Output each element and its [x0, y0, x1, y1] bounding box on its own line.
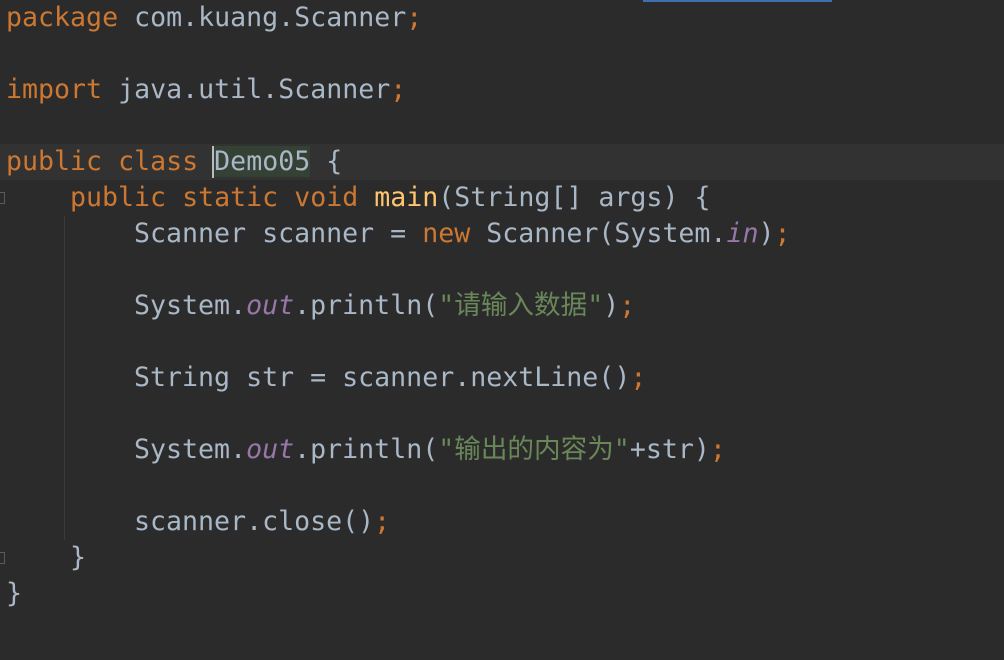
semicolon: ; [390, 74, 407, 105]
code-text: String str = scanner.nextLine() [134, 362, 631, 393]
keyword: new [422, 218, 471, 249]
keyword: class [118, 146, 199, 177]
code-line-6[interactable]: System.out.println("请输入数据"); [134, 288, 635, 324]
semicolon: ; [709, 434, 726, 465]
tab-indicator [643, 0, 832, 2]
closing-brace: } [70, 542, 87, 573]
code-text: System. [134, 290, 247, 321]
code-line-9[interactable]: scanner.close(); [134, 504, 390, 540]
code-text: (String[] args) { [438, 182, 711, 213]
code-text: +str) [629, 434, 710, 465]
code-text: { [310, 146, 343, 177]
code-line-5[interactable]: Scanner scanner = new Scanner(System.in)… [134, 216, 791, 252]
code-text: com.kuang.Scanner [118, 2, 407, 33]
code-text: System. [134, 434, 247, 465]
static-field: out [246, 290, 295, 321]
class-name: Demo05 [214, 146, 311, 177]
code-line-2[interactable]: import java.util.Scanner; [6, 72, 406, 108]
string-literal: "输出的内容为" [438, 434, 630, 465]
indent-guide [64, 216, 65, 540]
code-line-7[interactable]: String str = scanner.nextLine(); [134, 360, 646, 396]
code-text: ) [603, 290, 620, 321]
code-text: .println( [294, 434, 439, 465]
fold-marker-icon[interactable] [0, 192, 5, 204]
static-field: out [246, 434, 295, 465]
keyword: void [294, 182, 359, 213]
code-text: java.util.Scanner [102, 74, 391, 105]
method-name: main [374, 182, 439, 213]
code-line-10[interactable]: } [70, 540, 86, 576]
keyword: package [6, 2, 119, 33]
static-field: in [726, 218, 759, 249]
code-line-11[interactable]: } [6, 576, 22, 612]
code-text: .println( [294, 290, 439, 321]
keyword: static [182, 182, 279, 213]
keyword: import [6, 74, 103, 105]
code-editor[interactable]: package com.kuang.Scanner; import java.u… [0, 0, 1004, 660]
code-text: Scanner scanner = [134, 218, 423, 249]
semicolon: ; [774, 218, 791, 249]
code-line-4[interactable]: public static void main(String[] args) { [70, 180, 710, 216]
fold-marker-icon[interactable] [0, 552, 5, 564]
string-literal: "请输入数据" [438, 290, 604, 321]
code-text: ) [758, 218, 775, 249]
code-text: scanner.close() [134, 506, 375, 537]
keyword: public [6, 146, 103, 177]
semicolon: ; [374, 506, 391, 537]
semicolon: ; [406, 2, 423, 33]
semicolon: ; [619, 290, 636, 321]
code-line-1[interactable]: package com.kuang.Scanner; [6, 0, 422, 36]
semicolon: ; [630, 362, 647, 393]
text-caret [212, 146, 214, 178]
code-line-8[interactable]: System.out.println("输出的内容为"+str); [134, 432, 726, 468]
code-text: Scanner(System. [470, 218, 727, 249]
closing-brace: } [6, 578, 23, 609]
code-line-3[interactable]: public class Demo05 { [6, 144, 342, 180]
keyword: public [70, 182, 167, 213]
